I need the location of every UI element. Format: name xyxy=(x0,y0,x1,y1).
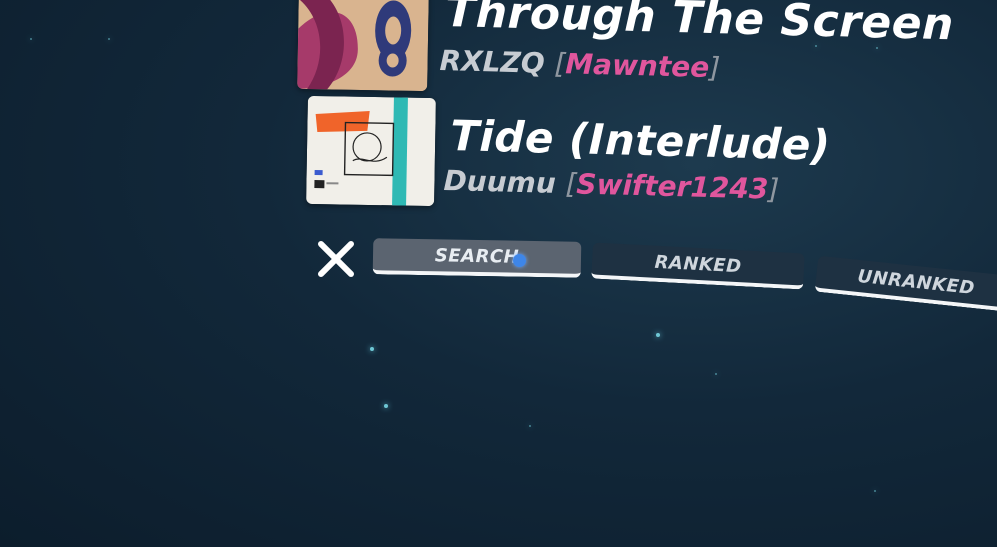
bracket-close: ] xyxy=(767,172,780,206)
background-star xyxy=(529,425,531,427)
cover-art-tide xyxy=(306,95,436,207)
tab-ranked-label: RANKED xyxy=(654,251,743,277)
tab-unranked-label: UNRANKED xyxy=(856,265,976,299)
song-subtitle: Duumu [Swifter1243] xyxy=(443,164,780,206)
song-mapper: Swifter1243 xyxy=(575,167,769,206)
bracket-open: [ xyxy=(565,167,577,201)
tab-ranked[interactable]: RANKED xyxy=(591,242,805,290)
background-star xyxy=(656,333,660,337)
song-title: Tide (Interlude) xyxy=(449,111,832,170)
song-artist: Duumu xyxy=(443,164,557,200)
tab-unranked[interactable]: UNRANKED xyxy=(814,255,997,313)
song-artist: RXLZQ xyxy=(439,44,546,80)
song-title: Through The Screen xyxy=(444,0,955,51)
song-list-item[interactable]: Tide (Interlude) Duumu [Swifter1243] xyxy=(0,95,997,210)
song-mapper: Mawntee xyxy=(564,47,710,85)
tab-search[interactable]: SEARCH xyxy=(372,238,582,278)
background-star xyxy=(370,347,374,351)
song-subtitle: RXLZQ [Mawntee] xyxy=(439,44,720,84)
cover-art-through-the-screen xyxy=(297,0,429,92)
bracket-open: [ xyxy=(553,47,566,81)
song-list-item[interactable]: Through The Screen RXLZQ [Mawntee] xyxy=(0,0,997,95)
bracket-close: ] xyxy=(708,51,721,85)
close-icon xyxy=(318,241,354,277)
tab-search-label: SEARCH xyxy=(434,244,520,268)
background-star xyxy=(874,490,876,492)
background-star xyxy=(384,404,388,408)
pointer-cursor xyxy=(513,254,526,267)
close-button[interactable] xyxy=(316,239,356,279)
background-star xyxy=(715,373,717,375)
